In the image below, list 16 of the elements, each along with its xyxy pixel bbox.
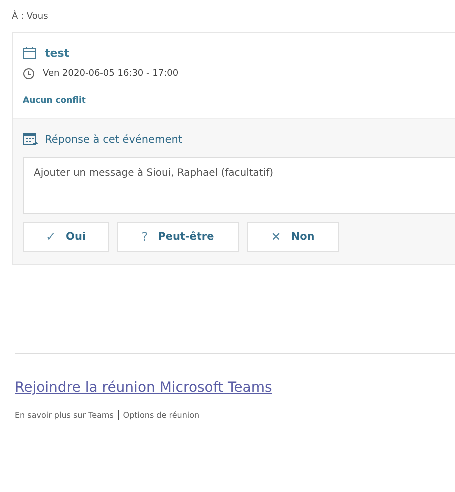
clock-icon bbox=[23, 68, 35, 80]
calendar-reply-icon bbox=[23, 133, 38, 147]
join-meeting-link[interactable]: Rejoindre la réunion Microsoft Teams bbox=[15, 380, 272, 396]
response-button[interactable]: ✕ Non bbox=[247, 222, 339, 252]
response-button[interactable]: ✓ Oui bbox=[23, 222, 109, 252]
footer-link[interactable]: En savoir plus sur Teams bbox=[15, 411, 114, 420]
footer-link[interactable]: Options de réunion bbox=[123, 411, 200, 420]
event-title: test bbox=[45, 47, 70, 60]
recipient-line: À : Vous bbox=[12, 12, 50, 22]
calendar-icon bbox=[23, 47, 37, 60]
event-time: Ven 2020-06-05 16:30 - 17:00 bbox=[43, 69, 179, 79]
separator: | bbox=[116, 410, 120, 421]
conflict-status: Aucun conflit bbox=[23, 96, 87, 106]
response-heading: Réponse à cet événement bbox=[45, 134, 182, 146]
response-button[interactable]: ? Peut-être bbox=[117, 222, 239, 252]
message-field[interactable]: Ajouter un message à Sioui, Raphael (facultatif) bbox=[23, 157, 455, 214]
